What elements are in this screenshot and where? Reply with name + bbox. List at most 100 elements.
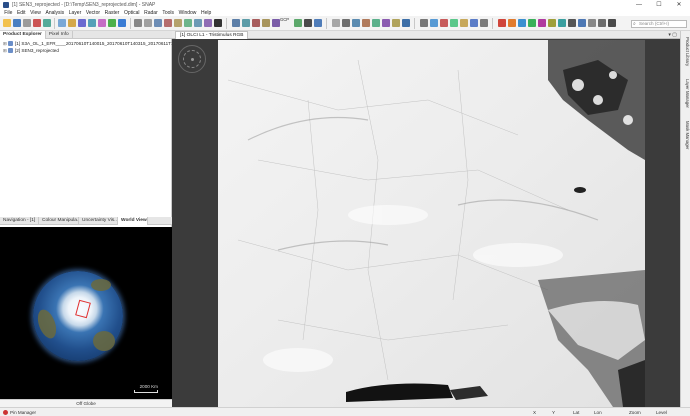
tab-uncertainty-visualisation[interactable]: Uncertainty Vis... <box>79 217 118 225</box>
fire-icon[interactable] <box>508 19 516 27</box>
speckle-filter-icon[interactable] <box>362 19 370 27</box>
menu-window[interactable]: Window <box>176 10 198 16</box>
time-series-icon[interactable] <box>568 19 576 27</box>
synchronise-cursor-icon[interactable] <box>242 19 250 27</box>
menu-vector[interactable]: Vector <box>84 10 103 16</box>
menu-edit[interactable]: Edit <box>15 10 28 16</box>
scatter-plot-icon[interactable] <box>78 19 86 27</box>
interferogram-icon[interactable] <box>382 19 390 27</box>
synchronise-views-icon[interactable] <box>232 19 240 27</box>
help-icon[interactable] <box>608 19 616 27</box>
menu-view[interactable]: View <box>28 10 43 16</box>
band-maths-icon[interactable] <box>58 19 66 27</box>
redo-icon[interactable] <box>43 19 51 27</box>
coregistration-icon[interactable] <box>372 19 380 27</box>
vector-data-icon[interactable] <box>430 19 438 27</box>
tab-layer-manager[interactable]: Layer Manager <box>682 79 690 108</box>
terrain-correction-icon[interactable] <box>352 19 360 27</box>
graph-builder-icon[interactable] <box>304 19 312 27</box>
settings-icon[interactable] <box>588 19 596 27</box>
mask-icon[interactable] <box>440 19 448 27</box>
sum-icon[interactable] <box>214 19 222 27</box>
geo-coding-icon[interactable] <box>470 19 478 27</box>
pixel-position-icon[interactable] <box>252 19 260 27</box>
window-title: [1] SEN3_reprojected - [D:\Temp\SEN3_rep… <box>12 1 156 8</box>
menu-tools[interactable]: Tools <box>160 10 176 16</box>
navigation-control-overlay[interactable] <box>178 45 206 73</box>
title-bar: [1] SEN3_reprojected - [D:\Temp\SEN3_rep… <box>0 0 690 9</box>
menu-radar[interactable]: Radar <box>142 10 160 16</box>
open-product-icon[interactable] <box>3 19 11 27</box>
collocation-icon[interactable] <box>480 19 488 27</box>
calibrate-icon[interactable] <box>342 19 350 27</box>
continent-shape <box>93 331 115 351</box>
product-tree-item[interactable]: ⊞ [1] S3A_OL_1_EFR____20170610T140015_20… <box>3 40 199 47</box>
segmentation-icon[interactable] <box>558 19 566 27</box>
world-view-globe-canvas[interactable]: 2000 Km <box>0 227 172 399</box>
save-product-icon[interactable] <box>13 19 21 27</box>
view-controls[interactable]: ▾ ▢ <box>668 32 677 38</box>
subset-icon[interactable] <box>392 19 400 27</box>
tab-pixel-info[interactable]: Pixel Info <box>46 31 73 39</box>
menu-file[interactable]: File <box>2 10 15 16</box>
product-footprint-outline <box>75 299 91 319</box>
gcp-manager-icon[interactable] <box>402 19 410 27</box>
search-input[interactable]: ⌕ Search (Ctrl+I) <box>631 20 687 28</box>
world-map-icon[interactable] <box>578 19 586 27</box>
spectrum-icon[interactable] <box>98 19 106 27</box>
right-tab-strip: Product Library Layer Manager Mask Manag… <box>680 31 690 407</box>
tab-mask-manager[interactable]: Mask Manager <box>682 121 690 149</box>
toolbar-separator <box>54 18 55 29</box>
histogram-icon[interactable] <box>68 19 76 27</box>
pin-manager-label[interactable]: Pin Manager <box>10 409 36 416</box>
draw-line-icon[interactable] <box>184 19 192 27</box>
menu-optical[interactable]: Optical <box>122 10 142 16</box>
batch-processing-icon[interactable] <box>314 19 322 27</box>
minimize-button[interactable]: — <box>630 0 648 9</box>
range-finder-icon[interactable] <box>174 19 182 27</box>
metadata-icon[interactable] <box>460 19 468 27</box>
layer-editor-icon[interactable] <box>420 19 428 27</box>
classification-icon[interactable] <box>548 19 556 27</box>
information-icon[interactable] <box>118 19 126 27</box>
menu-help[interactable]: Help <box>199 10 214 16</box>
flag-icon[interactable] <box>498 19 506 27</box>
tab-product-library[interactable]: Product Library <box>682 37 690 66</box>
pan-handle[interactable] <box>191 58 194 61</box>
draw-polygon-icon[interactable] <box>194 19 202 27</box>
tab-product-explorer[interactable]: Product Explorer <box>0 31 46 39</box>
select-tool-icon[interactable] <box>134 19 142 27</box>
tile-windows-icon[interactable] <box>262 19 270 27</box>
radar-tool-icon[interactable] <box>332 19 340 27</box>
draw-rectangle-icon[interactable] <box>204 19 212 27</box>
band-icon[interactable] <box>450 19 458 27</box>
water-icon[interactable] <box>518 19 526 27</box>
mosaic-icon[interactable] <box>294 19 302 27</box>
undo-icon[interactable] <box>33 19 41 27</box>
gcp-tool-icon[interactable] <box>272 19 280 27</box>
product-tree-item[interactable]: ⊞ [2] SEN3_reprojected <box>3 47 59 54</box>
pin-tool-icon[interactable] <box>164 19 172 27</box>
profile-plot-icon[interactable] <box>88 19 96 27</box>
maximize-button[interactable]: ☐ <box>650 0 668 9</box>
pan-tool-icon[interactable] <box>154 19 162 27</box>
tab-navigation[interactable]: Navigation - [1] <box>0 217 39 225</box>
satellite-image[interactable] <box>218 40 645 407</box>
tab-image-view[interactable]: [1] OLCI L1 - Tristimulus RGB <box>175 31 249 39</box>
vegetation-icon[interactable] <box>528 19 536 27</box>
export-icon[interactable] <box>23 19 31 27</box>
menu-raster[interactable]: Raster <box>102 10 121 16</box>
zoom-tool-icon[interactable] <box>144 19 152 27</box>
pin-manager-icon[interactable] <box>3 410 8 415</box>
spectral-unmixing-icon[interactable] <box>538 19 546 27</box>
toolbar-separator <box>492 18 493 29</box>
continent-shape <box>34 307 60 341</box>
statistics-icon[interactable] <box>108 19 116 27</box>
tab-colour-manipulation[interactable]: Colour Manipula... <box>39 217 79 225</box>
menu-analysis[interactable]: Analysis <box>43 10 66 16</box>
status-lon: Lon <box>594 410 602 415</box>
plugins-icon[interactable] <box>598 19 606 27</box>
menu-layer[interactable]: Layer <box>66 10 83 16</box>
close-button[interactable]: ✕ <box>670 0 688 9</box>
tab-world-view[interactable]: World View <box>118 217 148 225</box>
